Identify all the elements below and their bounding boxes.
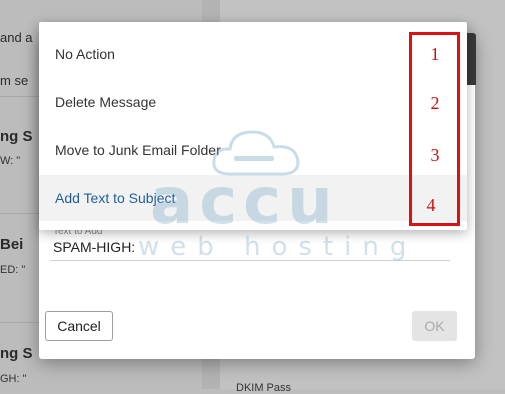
bg-heading: ng S (0, 128, 33, 145)
input-underline (50, 260, 450, 261)
option-label: No Action (55, 46, 115, 62)
option-label: Add Text to Subject (55, 190, 176, 206)
option-label: Move to Junk Email Folder (55, 142, 221, 158)
bg-text: m se (0, 73, 29, 88)
bg-text: GH: " (0, 373, 27, 385)
annotation-number: 4 (426, 195, 436, 215)
cancel-button[interactable]: Cancel (45, 311, 113, 341)
option-no-action[interactable]: No Action (39, 31, 467, 77)
bg-text: W: " (0, 155, 21, 167)
bg-text: ED: " (0, 264, 26, 276)
bg-heading: ng S (0, 345, 33, 362)
option-delete-message[interactable]: Delete Message (39, 79, 467, 125)
bg-heading: Bei (0, 236, 24, 253)
text-to-add-input[interactable]: SPAM-HIGH: (53, 239, 135, 255)
option-move-to-junk[interactable]: Move to Junk Email Folder (39, 127, 467, 173)
dialog-header-strip (466, 33, 476, 85)
ok-button[interactable]: OK (412, 311, 457, 341)
action-dropdown-menu: No Action Delete Message Move to Junk Em… (39, 22, 467, 230)
annotation-number: 1 (430, 44, 440, 64)
bg-text: and a (0, 30, 33, 45)
annotation-number: 2 (430, 93, 440, 113)
annotation-number: 3 (430, 145, 440, 165)
bg-text: DKIM Pass (236, 382, 292, 394)
option-add-text-to-subject[interactable]: Add Text to Subject (39, 175, 467, 221)
option-label: Delete Message (55, 94, 157, 110)
